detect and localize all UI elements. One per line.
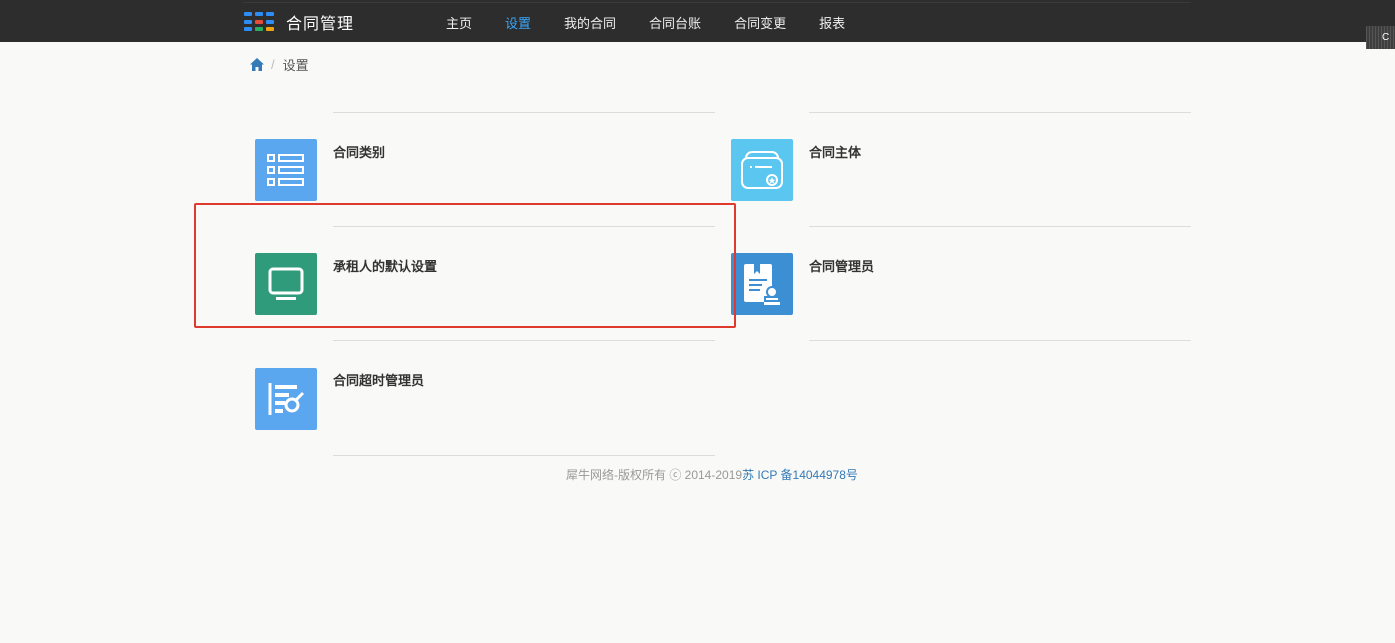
certificate-icon bbox=[741, 151, 783, 189]
home-icon[interactable] bbox=[250, 58, 264, 71]
contract-admin-tile-icon[interactable] bbox=[731, 253, 793, 315]
app-title: 合同管理 bbox=[286, 16, 355, 33]
app-logo[interactable]: 合同管理 bbox=[244, 10, 354, 34]
tenant-default-settings-tile-icon[interactable] bbox=[255, 253, 317, 315]
monitor-icon bbox=[268, 267, 304, 300]
tile-title-contract-entity[interactable]: 合同主体 bbox=[809, 142, 861, 161]
tile-title-contract-timeout-admin[interactable]: 合同超时管理员 bbox=[333, 370, 424, 389]
contract-category-tile-icon[interactable] bbox=[255, 139, 317, 201]
contract-timeout-admin-tile-icon[interactable] bbox=[255, 368, 317, 430]
divider bbox=[809, 112, 1191, 113]
divider bbox=[333, 340, 715, 341]
top-navbar: 合同管理 主页 设置 我的合同 合同台账 合同变更 报表 bbox=[0, 0, 1395, 42]
divider bbox=[333, 455, 715, 456]
nav-item-contract-ledger[interactable]: 合同台账 bbox=[637, 0, 713, 42]
divider bbox=[333, 112, 715, 113]
contract-entity-tile-icon[interactable] bbox=[731, 139, 793, 201]
nav-item-reports[interactable]: 报表 bbox=[807, 0, 857, 42]
breadcrumb: / 设置 bbox=[250, 55, 309, 74]
divider bbox=[809, 226, 1191, 227]
chart-search-icon bbox=[268, 383, 305, 415]
tile-title-contract-category[interactable]: 合同类别 bbox=[333, 142, 385, 161]
document-stamp-icon bbox=[744, 264, 780, 305]
divider bbox=[809, 340, 1191, 341]
tile-title-contract-admin[interactable]: 合同管理员 bbox=[809, 256, 874, 275]
nav-item-contract-changes[interactable]: 合同变更 bbox=[722, 0, 798, 42]
footer-icp-link[interactable]: 苏 ICP 备14044978号 bbox=[742, 468, 858, 482]
grid-logo-icon bbox=[244, 12, 275, 32]
breadcrumb-separator: / bbox=[271, 57, 275, 72]
nav-item-my-contracts[interactable]: 我的合同 bbox=[552, 0, 628, 42]
nav-item-home[interactable]: 主页 bbox=[434, 0, 484, 42]
breadcrumb-current: 设置 bbox=[282, 58, 309, 73]
main-nav: 主页 设置 我的合同 合同台账 合同变更 报表 bbox=[434, 0, 866, 42]
tile-title-tenant-default-settings[interactable]: 承租人的默认设置 bbox=[333, 256, 437, 275]
nav-item-settings[interactable]: 设置 bbox=[493, 0, 543, 42]
corner-tab[interactable]: C bbox=[1366, 26, 1395, 49]
divider bbox=[333, 226, 715, 227]
footer-copyright: 犀牛网络-版权所有 ⓒ 2014-2019 bbox=[566, 468, 743, 482]
list-icon bbox=[267, 154, 304, 186]
